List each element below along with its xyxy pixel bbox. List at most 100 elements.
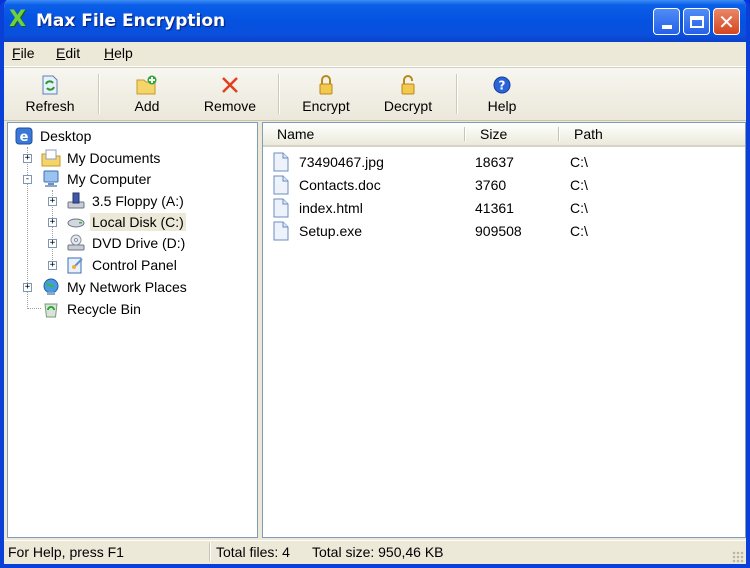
my-documents-icon xyxy=(41,148,61,168)
tree-item-my-computer[interactable]: - My Computer xyxy=(23,169,153,189)
close-icon: ✕ xyxy=(718,9,735,34)
column-header-label: Name xyxy=(277,126,315,142)
file-path: C:\ xyxy=(570,177,588,193)
expand-icon[interactable]: + xyxy=(48,239,57,248)
resize-grip[interactable] xyxy=(732,551,744,563)
menu-help-rest: elp xyxy=(114,45,133,61)
folder-tree[interactable]: e Desktop + My Documents - My Computer +… xyxy=(7,122,258,538)
encrypt-button[interactable]: Encrypt xyxy=(294,70,358,118)
lock-open-icon xyxy=(397,74,419,96)
menu-edit-mnemonic: E xyxy=(56,45,66,61)
tree-label: DVD Drive (D:) xyxy=(92,235,186,251)
tree-item-network-places[interactable]: + My Network Places xyxy=(23,277,189,297)
status-bar: For Help, press F1 Total files: 4 Total … xyxy=(4,540,746,564)
tree-label: 3.5 Floppy (A:) xyxy=(92,193,184,209)
app-window: X Max File Encryption ✕ File Edit Help R… xyxy=(0,0,750,568)
file-name: 73490467.jpg xyxy=(299,154,384,170)
expand-icon[interactable]: + xyxy=(48,197,57,206)
tree-label: My Documents xyxy=(67,150,161,166)
lock-closed-icon xyxy=(315,74,337,96)
toolbar-separator xyxy=(98,74,100,114)
title-bar[interactable]: X Max File Encryption ✕ xyxy=(4,0,746,42)
close-button[interactable]: ✕ xyxy=(713,8,740,35)
help-button[interactable]: ? Help xyxy=(474,70,530,118)
file-icon xyxy=(273,152,289,172)
menu-help-mnemonic: H xyxy=(104,45,115,61)
tree-label: Desktop xyxy=(40,128,92,144)
tree-item-floppy[interactable]: + 3.5 Floppy (A:) xyxy=(48,191,186,211)
add-label: Add xyxy=(134,98,160,114)
expand-icon[interactable]: + xyxy=(48,218,57,227)
file-list[interactable]: Name Size Path 73490467.jpg 18637 C:\ Co… xyxy=(262,122,746,538)
menu-bar: File Edit Help xyxy=(4,42,746,67)
remove-x-icon xyxy=(219,74,241,96)
status-total-size: Total size: 950,46 KB xyxy=(312,544,444,560)
tree-label: My Computer xyxy=(67,171,152,187)
refresh-label: Refresh xyxy=(25,98,75,114)
svg-text:e: e xyxy=(20,130,29,145)
maximize-button[interactable] xyxy=(683,8,710,35)
desktop-icon: e xyxy=(14,126,34,146)
add-folder-icon xyxy=(136,74,158,96)
dvd-drive-icon xyxy=(66,233,86,253)
floppy-drive-icon xyxy=(66,191,86,211)
collapse-icon[interactable]: - xyxy=(23,175,32,184)
list-header: Name Size Path xyxy=(263,123,745,147)
remove-label: Remove xyxy=(203,98,257,114)
tree-label: Recycle Bin xyxy=(67,301,141,317)
menu-edit-rest: dit xyxy=(65,45,81,61)
file-path: C:\ xyxy=(570,154,588,170)
menu-file[interactable]: File xyxy=(12,45,35,61)
remove-button[interactable]: Remove xyxy=(196,70,264,118)
tree-item-recycle-bin[interactable]: Recycle Bin xyxy=(23,299,143,319)
status-total-files: Total files: 4 xyxy=(216,544,290,560)
file-name: Setup.exe xyxy=(299,223,363,239)
minimize-button[interactable] xyxy=(653,8,680,35)
tree-item-control-panel[interactable]: + Control Panel xyxy=(48,255,179,275)
column-header-path[interactable]: Path xyxy=(560,123,745,145)
file-size: 18637 xyxy=(475,154,514,170)
tree-item-my-documents[interactable]: + My Documents xyxy=(23,148,162,168)
file-icon xyxy=(273,221,289,241)
tree-item-local-disk[interactable]: + Local Disk (C:) xyxy=(48,212,186,232)
refresh-icon xyxy=(39,74,61,96)
status-separator xyxy=(209,543,211,561)
file-size: 3760 xyxy=(475,177,507,193)
tree-label: Local Disk (C:) xyxy=(90,213,186,231)
menu-help[interactable]: Help xyxy=(104,45,133,61)
expand-icon[interactable]: + xyxy=(23,283,32,292)
minimize-icon xyxy=(661,24,672,29)
menu-file-mnemonic: F xyxy=(12,45,21,61)
column-header-label: Path xyxy=(574,126,603,142)
table-row[interactable]: index.html 41361 C:\ xyxy=(263,197,745,220)
help-label: Help xyxy=(487,98,517,114)
network-places-icon xyxy=(41,277,61,297)
file-path: C:\ xyxy=(570,223,588,239)
window-title: Max File Encryption xyxy=(36,11,226,31)
refresh-button[interactable]: Refresh xyxy=(20,70,80,118)
svg-text:?: ? xyxy=(499,79,506,93)
tree-item-desktop[interactable]: e Desktop xyxy=(14,126,93,146)
table-row[interactable]: Contacts.doc 3760 C:\ xyxy=(263,174,745,197)
maximize-icon xyxy=(689,15,704,28)
expand-icon[interactable]: + xyxy=(48,261,57,270)
file-icon xyxy=(273,198,289,218)
status-help-text: For Help, press F1 xyxy=(8,544,124,560)
toolbar-separator xyxy=(456,74,458,114)
tree-item-dvd-drive[interactable]: + DVD Drive (D:) xyxy=(48,233,187,253)
add-button[interactable]: Add xyxy=(117,70,177,118)
encrypt-label: Encrypt xyxy=(302,98,350,114)
column-header-size[interactable]: Size xyxy=(466,123,560,145)
file-size: 41361 xyxy=(475,200,514,216)
hard-disk-icon xyxy=(66,212,86,232)
help-question-icon: ? xyxy=(491,74,513,96)
tree-label: Control Panel xyxy=(92,257,177,273)
expand-icon[interactable]: + xyxy=(23,154,32,163)
menu-edit[interactable]: Edit xyxy=(56,45,80,61)
toolbar-separator xyxy=(278,74,280,114)
column-header-name[interactable]: Name xyxy=(263,123,466,145)
decrypt-button[interactable]: Decrypt xyxy=(376,70,440,118)
table-row[interactable]: 73490467.jpg 18637 C:\ xyxy=(263,151,745,174)
column-header-label: Size xyxy=(480,126,508,142)
table-row[interactable]: Setup.exe 909508 C:\ xyxy=(263,220,745,243)
